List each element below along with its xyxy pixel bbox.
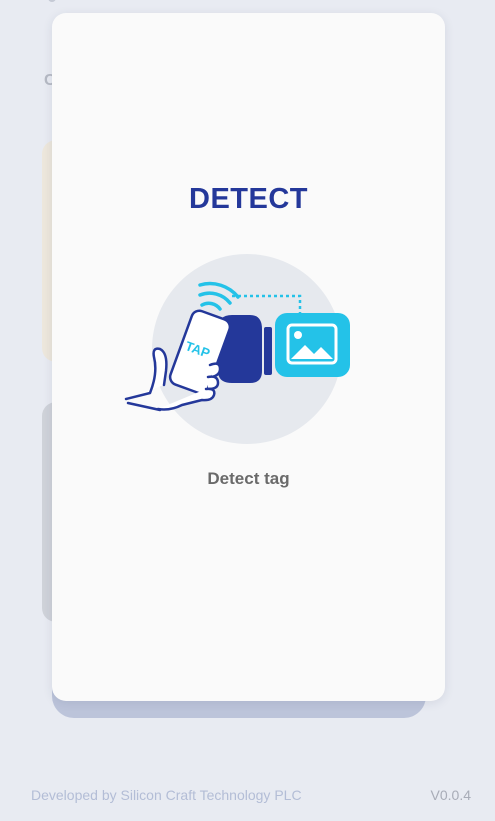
- detect-modal: DETECT TAP Detect tag: [52, 13, 445, 701]
- modal-title: DETECT: [189, 183, 308, 215]
- modal-caption: Detect tag: [207, 469, 290, 488]
- footer-version-text: V0.0.4: [430, 787, 471, 803]
- footer-developer-text: Developed by Silicon Craft Technology PL…: [31, 787, 302, 803]
- image-icon: [275, 313, 350, 377]
- background-top-indicator: [48, 0, 56, 2]
- detect-illustration: TAP: [124, 254, 350, 444]
